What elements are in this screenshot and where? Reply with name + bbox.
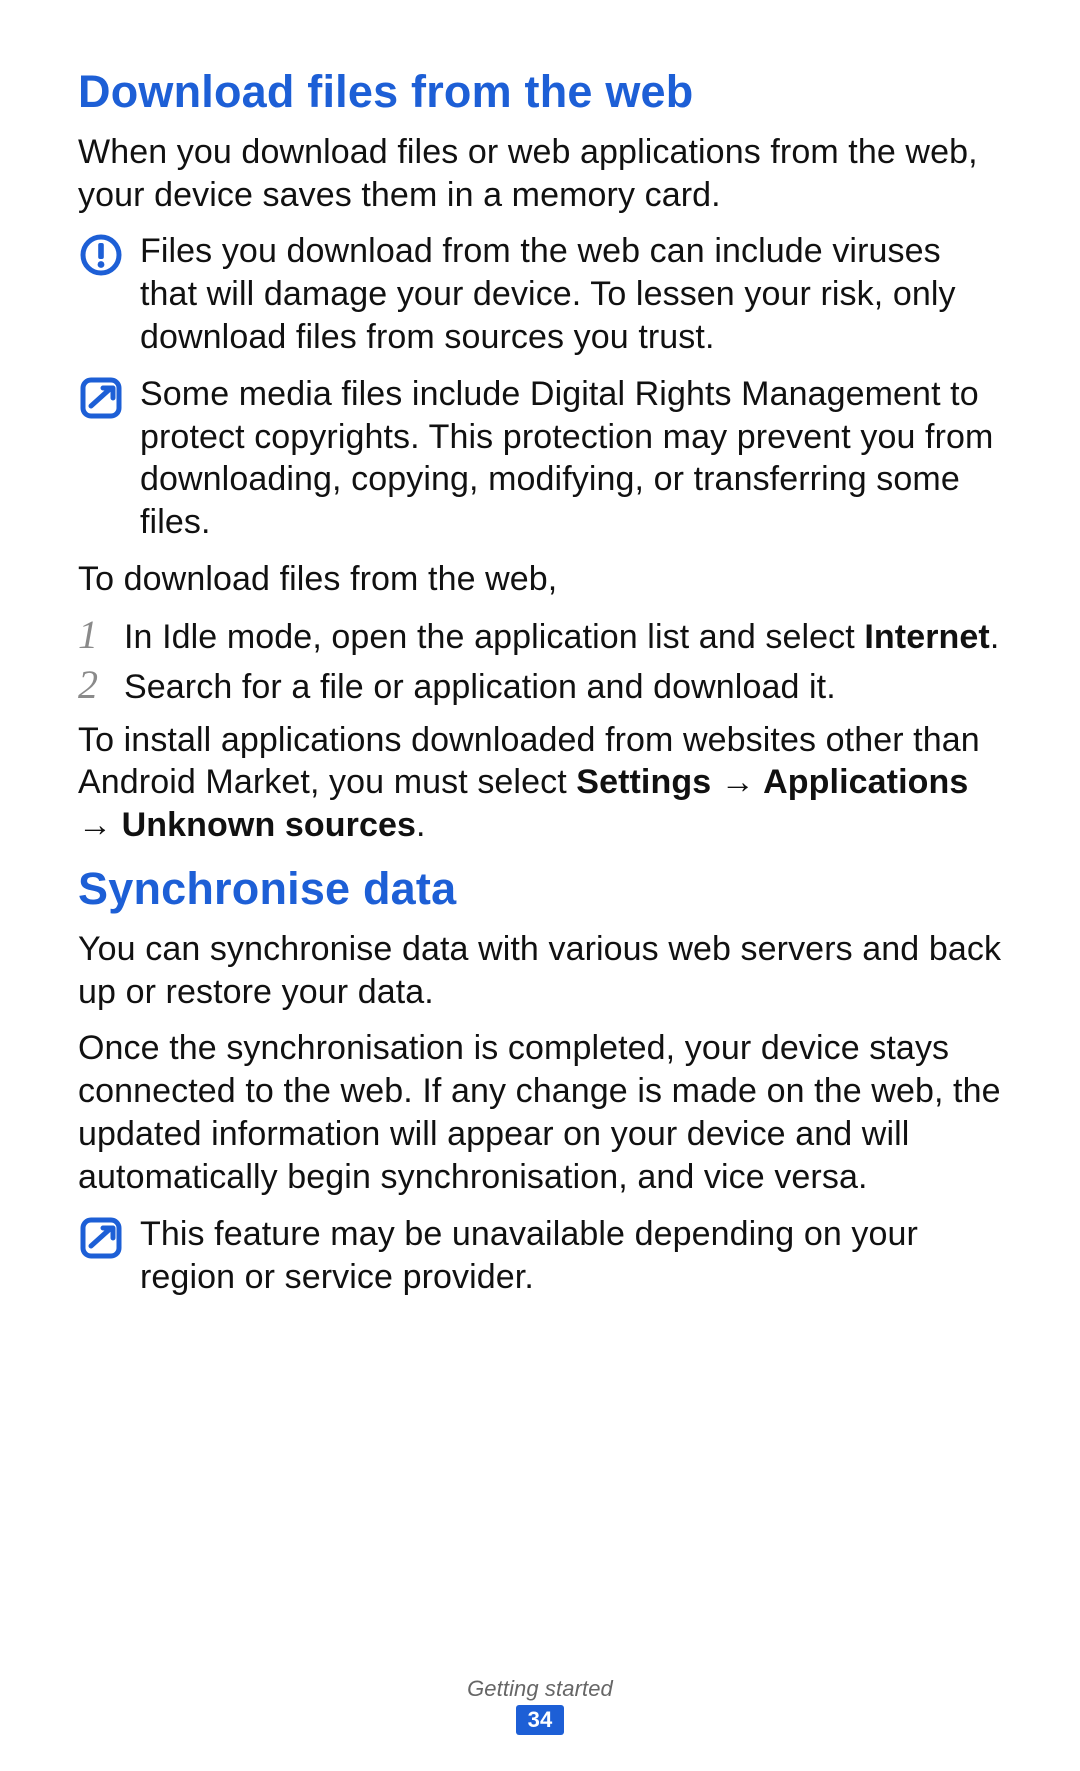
note-text-region: This feature may be unavailable dependin… bbox=[140, 1213, 1002, 1299]
steps-list: 1 In Idle mode, open the application lis… bbox=[78, 615, 1002, 709]
sync-paragraph-2: Once the synchronisation is completed, y… bbox=[78, 1027, 1002, 1198]
sync-paragraph-1: You can synchronise data with various we… bbox=[78, 928, 1002, 1014]
warning-icon bbox=[78, 232, 124, 278]
page-footer: Getting started 34 bbox=[0, 1675, 1080, 1735]
step-text-pre: In Idle mode, open the application list … bbox=[124, 618, 864, 656]
heading-download-files: Download files from the web bbox=[78, 64, 1002, 121]
step-text-bold: Internet bbox=[864, 618, 989, 656]
step-item: 2 Search for a file or application and d… bbox=[78, 665, 1002, 709]
page: Download files from the web When you dow… bbox=[0, 0, 1080, 1771]
note-callout-region: This feature may be unavailable dependin… bbox=[78, 1213, 1002, 1299]
step-number: 1 bbox=[78, 615, 108, 655]
heading-synchronise-data: Synchronise data bbox=[78, 861, 1002, 918]
note-icon bbox=[78, 1215, 124, 1261]
note-icon bbox=[78, 375, 124, 421]
step-item: 1 In Idle mode, open the application lis… bbox=[78, 615, 1002, 659]
warning-callout: Files you download from the web can incl… bbox=[78, 230, 1002, 358]
step-text-pre: Search for a file or application and dow… bbox=[124, 668, 836, 706]
page-number-badge: 34 bbox=[516, 1705, 565, 1735]
after-steps-post: . bbox=[416, 806, 426, 844]
step-text-post: . bbox=[990, 618, 1000, 656]
note-text-drm: Some media files include Digital Rights … bbox=[140, 373, 1002, 544]
step-number: 2 bbox=[78, 665, 108, 705]
step-text: In Idle mode, open the application list … bbox=[124, 616, 1002, 659]
footer-section-title: Getting started bbox=[0, 1675, 1080, 1703]
note-callout-drm: Some media files include Digital Rights … bbox=[78, 373, 1002, 544]
step-text: Search for a file or application and dow… bbox=[124, 666, 1002, 709]
intro-paragraph: When you download files or web applicati… bbox=[78, 131, 1002, 217]
warning-text: Files you download from the web can incl… bbox=[140, 230, 1002, 358]
steps-lead: To download files from the web, bbox=[78, 558, 1002, 601]
after-steps-paragraph: To install applications downloaded from … bbox=[78, 719, 1002, 847]
